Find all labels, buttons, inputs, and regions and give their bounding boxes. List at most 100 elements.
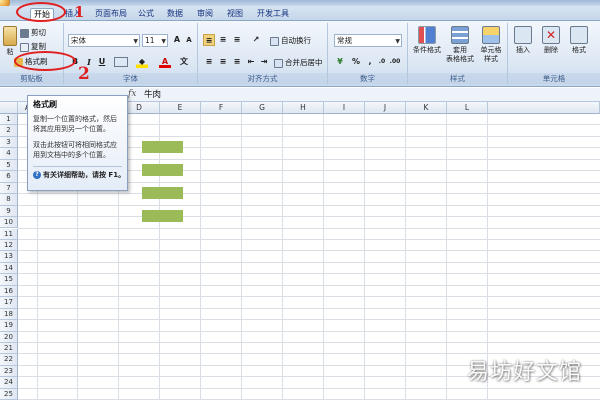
annotation-number-1: 1 — [74, 3, 85, 21]
row-header-9[interactable]: 9 — [0, 205, 18, 218]
align-bottom-icon[interactable]: ≡ — [231, 34, 243, 46]
row-header-10[interactable]: 10 — [0, 217, 18, 229]
row-header-8[interactable]: 8 — [0, 194, 18, 206]
currency-icon[interactable]: ¥ — [334, 56, 346, 68]
row-header-20[interactable]: 20 — [0, 331, 18, 343]
clipboard-icon — [3, 26, 17, 46]
row-header-17[interactable]: 17 — [0, 297, 18, 309]
row-header-16[interactable]: 16 — [0, 285, 18, 298]
select-all-corner[interactable] — [0, 102, 18, 114]
paste-button[interactable]: 粘 — [2, 26, 18, 57]
row-header-25[interactable]: 25 — [0, 388, 18, 400]
row-header-13[interactable]: 13 — [0, 251, 18, 263]
number-group: 常规 ▼ ¥ % , .0 .00 数字 — [328, 23, 408, 84]
font-size-select[interactable]: 11 ▼ — [142, 34, 168, 47]
column-header-f[interactable]: F — [201, 102, 242, 114]
column-header-j[interactable]: J — [365, 102, 406, 114]
ribbon-tabs: 开始 插入 页面布局 公式 数据 审阅 视图 开发工具 — [0, 6, 600, 21]
function-icon[interactable]: fx — [128, 88, 136, 101]
row-header-19[interactable]: 19 — [0, 320, 18, 332]
column-header-l[interactable]: L — [447, 102, 488, 114]
tab-view[interactable]: 视图 — [224, 8, 246, 21]
tab-developer[interactable]: 开发工具 — [254, 8, 292, 21]
styles-group-label: 样式 — [408, 73, 507, 84]
percent-icon[interactable]: % — [350, 56, 362, 68]
font-color-icon[interactable]: A — [159, 56, 171, 68]
align-top-icon[interactable]: ≡ — [203, 34, 215, 46]
gridline-horizontal — [18, 238, 600, 240]
row-header-18[interactable]: 18 — [0, 308, 18, 321]
clipboard-group-label: 剪贴板 — [0, 73, 63, 84]
align-left-icon[interactable]: ≡ — [203, 56, 215, 68]
grow-font-button[interactable]: A — [171, 34, 183, 46]
alignment-group-label: 对齐方式 — [198, 73, 327, 84]
gridline-horizontal — [18, 387, 600, 389]
row-header-6[interactable]: 6 — [0, 171, 18, 183]
formula-input[interactable]: 牛肉 — [144, 89, 161, 101]
font-name-select[interactable]: 宋体 ▼ — [68, 34, 140, 47]
tab-page-layout[interactable]: 页面布局 — [92, 8, 130, 21]
green-cell-d5[interactable] — [142, 164, 183, 176]
row-header-11[interactable]: 11 — [0, 228, 18, 240]
green-cell-d7[interactable] — [142, 187, 183, 199]
tab-data[interactable]: 数据 — [164, 8, 186, 21]
orientation-icon[interactable]: ↗ — [250, 34, 262, 46]
row-header-15[interactable]: 15 — [0, 274, 18, 286]
row-header-4[interactable]: 4 — [0, 148, 18, 160]
tab-formulas[interactable]: 公式 — [135, 8, 157, 21]
column-header-e[interactable]: E — [160, 102, 201, 114]
fill-color-icon[interactable]: ◆ — [136, 56, 148, 68]
row-header-24[interactable]: 24 — [0, 377, 18, 389]
gridline-horizontal — [18, 296, 600, 298]
row-header-2[interactable]: 2 — [0, 125, 18, 137]
gridline-horizontal — [18, 204, 600, 206]
row-header-21[interactable]: 21 — [0, 343, 18, 355]
merge-icon — [274, 58, 283, 68]
cell-styles-button[interactable]: 单元格 样式 — [476, 26, 506, 64]
annotation-number-2: 2 — [78, 64, 90, 84]
insert-cells-button[interactable]: 插入 — [510, 26, 536, 55]
gridline-vertical — [159, 114, 160, 400]
gridline-horizontal — [18, 216, 600, 218]
row-header-12[interactable]: 12 — [0, 239, 18, 252]
increase-indent-icon[interactable]: ⇥ — [258, 56, 270, 68]
row-header-22[interactable]: 22 — [0, 354, 18, 366]
increase-decimal-icon[interactable]: .0 — [376, 56, 388, 68]
underline-button[interactable]: U — [96, 56, 108, 68]
gridline-horizontal — [18, 319, 600, 321]
align-right-icon[interactable]: ≡ — [231, 56, 243, 68]
format-as-table-button[interactable]: 套用 表格格式 — [444, 26, 476, 64]
row-header-3[interactable]: 3 — [0, 136, 18, 149]
align-center-icon[interactable]: ≡ — [217, 56, 229, 68]
borders-icon[interactable] — [114, 57, 128, 67]
row-header-23[interactable]: 23 — [0, 365, 18, 378]
cut-button[interactable]: 剪切 — [20, 26, 46, 39]
row-header-14[interactable]: 14 — [0, 262, 18, 275]
row-header-5[interactable]: 5 — [0, 159, 18, 172]
gridline-horizontal — [18, 227, 600, 229]
column-header-i[interactable]: I — [324, 102, 365, 114]
green-cell-d9[interactable] — [142, 210, 183, 222]
comma-icon[interactable]: , — [364, 56, 376, 68]
green-cell-d3[interactable] — [142, 141, 183, 153]
phonetic-icon[interactable]: 文 — [178, 56, 190, 68]
decrease-decimal-icon[interactable]: .00 — [389, 56, 401, 68]
conditional-format-button[interactable]: 条件格式 — [410, 26, 444, 55]
wrap-text-button[interactable]: 自动换行 — [270, 34, 311, 47]
row-header-7[interactable]: 7 — [0, 182, 18, 195]
delete-cells-button[interactable]: ✕ 删除 — [538, 26, 564, 55]
format-cells-button[interactable]: 格式 — [566, 26, 592, 55]
tab-review[interactable]: 审阅 — [194, 8, 216, 21]
column-header-g[interactable]: G — [242, 102, 283, 114]
column-header-k[interactable]: K — [406, 102, 447, 114]
align-middle-icon[interactable]: ≡ — [217, 34, 229, 46]
shrink-font-button[interactable]: A — [183, 34, 195, 46]
alignment-group: ≡ ≡ ≡ ↗ 自动换行 ≡ ≡ ≡ ⇤ ⇥ 合并后居中 对齐方式 — [198, 23, 328, 84]
number-format-select[interactable]: 常规 ▼ — [334, 34, 402, 47]
decrease-indent-icon[interactable]: ⇤ — [245, 56, 257, 68]
column-header-h[interactable]: H — [283, 102, 324, 114]
row-header-1[interactable]: 1 — [0, 114, 18, 126]
merge-center-button[interactable]: 合并后居中 — [274, 56, 323, 69]
annotation-circle-format-painter — [14, 51, 76, 71]
gridline-horizontal — [18, 284, 600, 286]
